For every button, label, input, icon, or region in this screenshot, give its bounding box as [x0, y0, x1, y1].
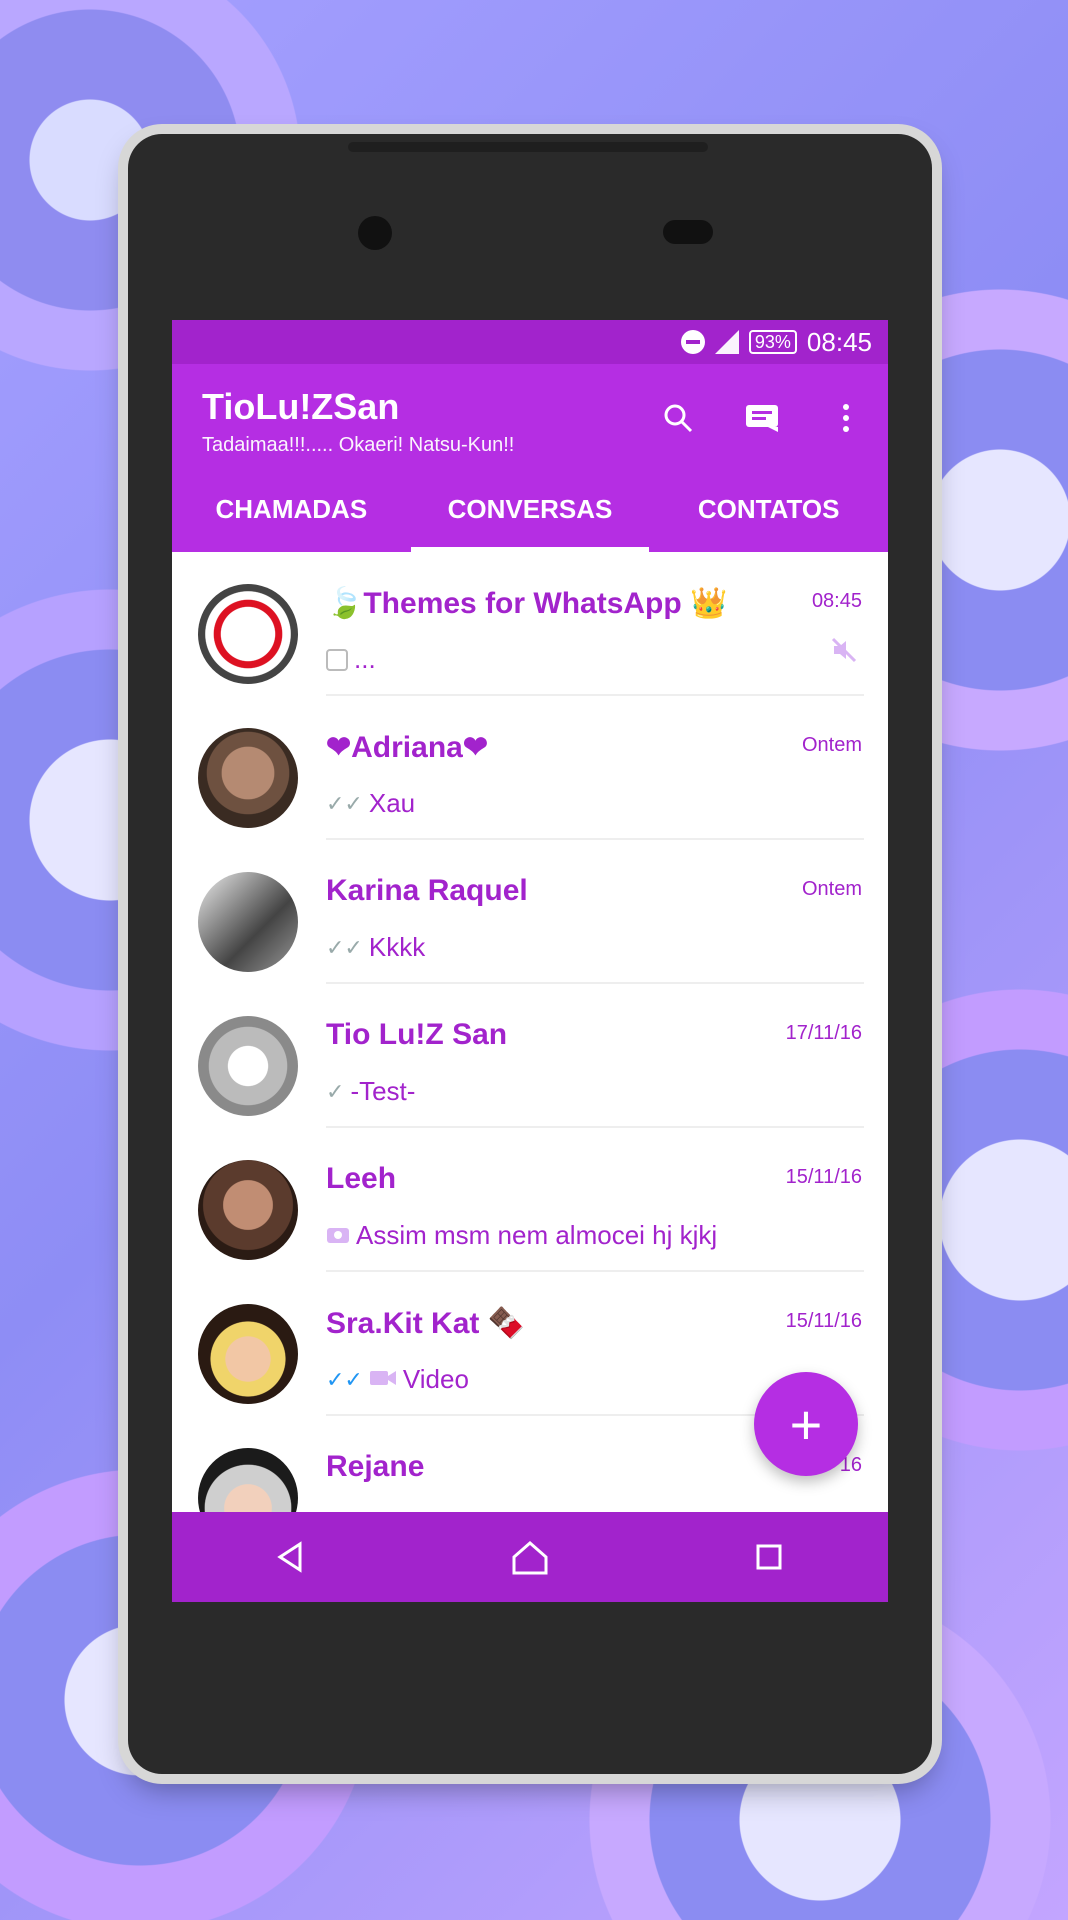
- do-not-disturb-icon: [680, 330, 705, 354]
- recents-icon[interactable]: [739, 1527, 799, 1587]
- chat-time: 15/11/16: [785, 1310, 862, 1332]
- tab-conversas[interactable]: CONVERSAS: [410, 466, 650, 552]
- avatar: [198, 584, 298, 684]
- video-icon: [369, 1364, 397, 1395]
- tab-contatos[interactable]: CONTATOS: [649, 466, 888, 552]
- home-icon[interactable]: [500, 1527, 560, 1587]
- proximity-sensor: [663, 220, 713, 244]
- double-check-icon: ✓✓: [326, 934, 363, 960]
- phone-frame: 93% 08:45 TioLu!ZSan Tadaimaa!!!..... Ok…: [128, 134, 932, 1774]
- chat-time: 08:45: [811, 590, 862, 612]
- avatar: [198, 1304, 298, 1404]
- app-title: TioLu!ZSan: [202, 386, 400, 427]
- double-check-icon: ✓✓: [326, 790, 363, 816]
- chat-message: ...: [326, 644, 376, 675]
- avatar: [198, 1016, 298, 1116]
- chat-message: Assim msm nem almocei hj kjkj: [326, 1220, 717, 1251]
- chat-time: 17/11/16: [785, 1022, 862, 1044]
- chat-message-text: Xau: [368, 788, 416, 818]
- more-options-icon[interactable]: [824, 396, 868, 440]
- chat-message-text: Kkkk: [368, 932, 426, 962]
- chat-message: ✓✓ Kkkk: [326, 932, 425, 963]
- chat-name: 🍃Themes for WhatsApp 👑: [326, 587, 728, 620]
- app-bar: TioLu!ZSan Tadaimaa!!!..... Okaeri! Nats…: [172, 364, 888, 552]
- new-chat-fab[interactable]: +: [754, 1372, 858, 1476]
- avatar: [198, 872, 298, 972]
- chat-name: Rejane: [326, 1450, 425, 1483]
- chat-row[interactable]: Leeh 15/11/16 Assim msm nem almocei hj k…: [172, 1128, 888, 1272]
- battery-icon: 93%: [748, 330, 797, 354]
- avatar: [198, 728, 298, 828]
- chat-name: ❤Adriana❤: [326, 731, 488, 764]
- android-nav-bar: [172, 1512, 888, 1602]
- new-chat-icon[interactable]: [740, 396, 784, 440]
- chat-name: Tio Lu!Z San: [326, 1018, 508, 1051]
- camera-icon: [326, 1220, 350, 1251]
- chat-row[interactable]: Tio Lu!Z San 17/11/16 ✓ -Test-: [172, 984, 888, 1128]
- chat-row[interactable]: ❤Adriana❤ Ontem ✓✓ Xau: [172, 696, 888, 840]
- chat-list: 🍃Themes for WhatsApp 👑 08:45 ... ❤Adrian…: [172, 552, 888, 1512]
- avatar: [198, 1448, 298, 1512]
- chat-name: Karina Raquel: [326, 874, 528, 907]
- double-check-blue-icon: ✓✓: [326, 1366, 363, 1392]
- chat-message-text: Video: [402, 1364, 469, 1394]
- chat-time: 15/11/16: [785, 1166, 862, 1188]
- single-check-icon: ✓: [326, 1078, 345, 1104]
- avatar: [198, 1160, 298, 1260]
- mute-icon: [830, 636, 858, 664]
- status-bar: 93% 08:45: [172, 320, 888, 364]
- chat-message: ✓ -Test-: [326, 1076, 415, 1107]
- tab-bar: CHAMADAS CONVERSAS CONTATOS: [172, 466, 888, 552]
- chat-message: ✓✓ Xau: [326, 788, 415, 819]
- chat-message: ✓✓ Video: [326, 1364, 469, 1395]
- chat-row[interactable]: 🍃Themes for WhatsApp 👑 08:45 ...: [172, 552, 888, 696]
- appbar-actions: [656, 396, 868, 440]
- app-subtitle: Tadaimaa!!!..... Okaeri! Natsu-Kun!!: [202, 434, 515, 456]
- status-time: 08:45: [806, 326, 872, 357]
- chat-name: Sra.Kit Kat 🍫: [326, 1307, 526, 1340]
- front-camera: [358, 216, 392, 250]
- chat-row[interactable]: Karina Raquel Ontem ✓✓ Kkkk: [172, 840, 888, 984]
- tab-chamadas[interactable]: CHAMADAS: [172, 466, 411, 552]
- search-icon[interactable]: [656, 396, 700, 440]
- chat-message-text: -Test-: [350, 1076, 416, 1106]
- chat-message-text: Assim msm nem almocei hj kjkj: [356, 1220, 718, 1250]
- clock-icon: [326, 648, 348, 671]
- chat-message-text: ...: [354, 644, 376, 674]
- signal-icon: [714, 330, 739, 354]
- speaker: [348, 142, 708, 152]
- chat-name: Leeh: [326, 1162, 397, 1195]
- chat-time: Ontem: [801, 878, 862, 900]
- screen: 93% 08:45 TioLu!ZSan Tadaimaa!!!..... Ok…: [172, 320, 888, 1602]
- chat-time: Ontem: [801, 734, 862, 756]
- back-icon[interactable]: [261, 1527, 321, 1587]
